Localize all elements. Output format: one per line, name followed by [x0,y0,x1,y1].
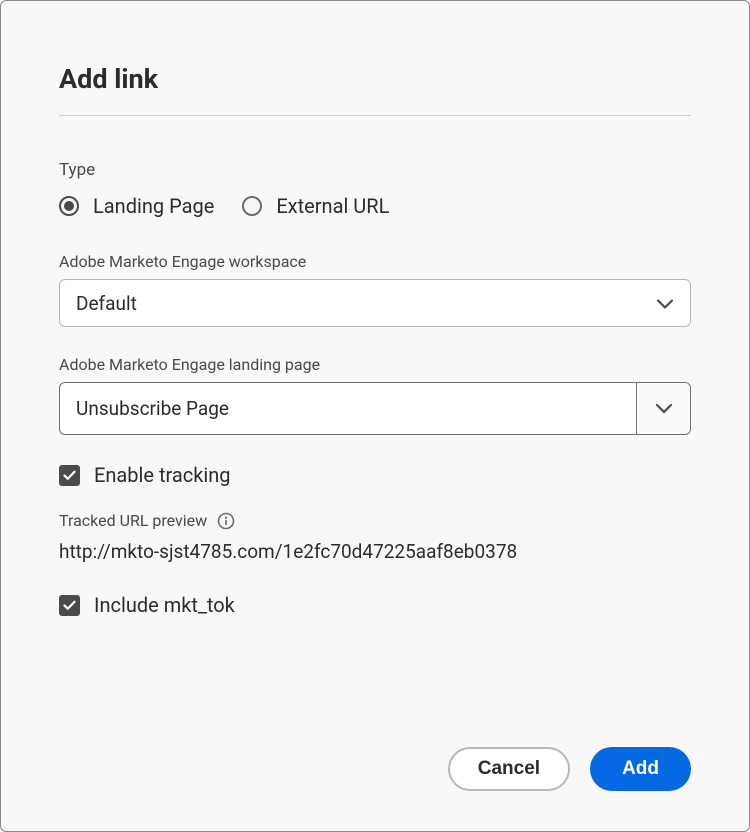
add-link-dialog: Add link Type Landing Page External URL … [0,0,750,832]
workspace-label: Adobe Marketo Engage workspace [59,252,691,271]
spacer [59,641,691,735]
tracked-url-value: http://mkto-sjst4785.com/1e2fc70d47225aa… [59,540,691,563]
dialog-footer: Cancel Add [59,735,691,791]
tracked-url-header: Tracked URL preview [59,511,691,530]
include-mkt-tok-label: Include mkt_tok [94,593,235,617]
tracked-url-label: Tracked URL preview [59,511,207,530]
workspace-select[interactable]: Default [59,279,691,327]
landing-page-combobox[interactable]: Unsubscribe Page [59,382,691,435]
chevron-down-icon [656,292,674,315]
dialog-title: Add link [59,63,691,95]
enable-tracking-label: Enable tracking [94,463,231,487]
add-button[interactable]: Add [590,747,691,791]
radio-icon [242,196,262,216]
radio-label: Landing Page [93,194,214,218]
radio-external-url[interactable]: External URL [242,194,389,218]
info-icon[interactable] [217,512,235,530]
chevron-down-icon [655,399,673,418]
checkbox-checked-icon [59,595,80,616]
radio-landing-page[interactable]: Landing Page [59,194,214,218]
type-label: Type [59,160,691,180]
type-radio-group: Landing Page External URL [59,194,691,218]
landing-page-label: Adobe Marketo Engage landing page [59,355,691,374]
divider [59,115,691,116]
radio-icon [59,196,79,216]
radio-label: External URL [276,194,389,218]
include-mkt-tok-checkbox[interactable]: Include mkt_tok [59,593,691,617]
workspace-value: Default [76,292,137,315]
enable-tracking-checkbox[interactable]: Enable tracking [59,463,691,487]
cancel-button[interactable]: Cancel [448,747,570,791]
dialog-content: Add link Type Landing Page External URL … [1,1,749,831]
landing-page-value: Unsubscribe Page [60,383,636,434]
checkbox-checked-icon [59,465,80,486]
landing-page-dropdown-button[interactable] [636,383,690,434]
